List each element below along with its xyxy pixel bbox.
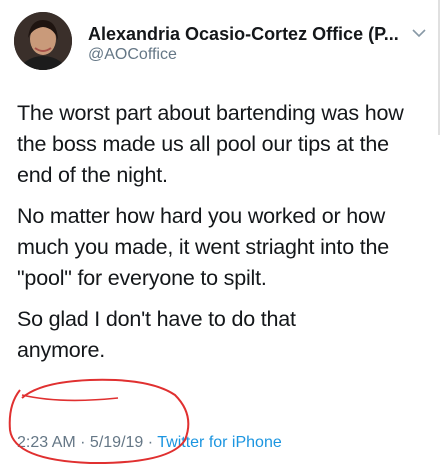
tweet-paragraph-end: anymore.: [17, 338, 106, 362]
tweet-paragraph: The worst part about bartending was how …: [17, 101, 404, 187]
tweet-date[interactable]: 5/19/19: [90, 434, 143, 451]
author-handle[interactable]: @AOCoffice: [88, 46, 177, 64]
tweet-paragraph: No matter how hard you worked or how muc…: [17, 204, 390, 290]
avatar-image: [14, 12, 72, 70]
chevron-down-icon[interactable]: [412, 28, 426, 38]
meta-separator: ·: [75, 434, 90, 451]
avatar[interactable]: [14, 12, 72, 70]
author-name[interactable]: Alexandria Ocasio-Cortez Office (P...: [88, 24, 399, 45]
tweet-paragraph: So glad I don't have to do that anymore.: [17, 304, 429, 366]
meta-separator: ·: [143, 434, 158, 451]
tweet-text: The worst part about bartending was how …: [17, 98, 429, 376]
edge-divider: [438, 0, 440, 135]
tweet-meta: 2:23 AM · 5/19/19 · Twitter for iPhone: [17, 434, 282, 452]
tweet-card: Alexandria Ocasio-Cortez Office (P... @A…: [0, 0, 442, 465]
tweet-time[interactable]: 2:23 AM: [17, 434, 76, 451]
tweet-paragraph-start: So glad I don't have to do that: [17, 307, 296, 331]
tweet-source[interactable]: Twitter for iPhone: [157, 434, 282, 451]
